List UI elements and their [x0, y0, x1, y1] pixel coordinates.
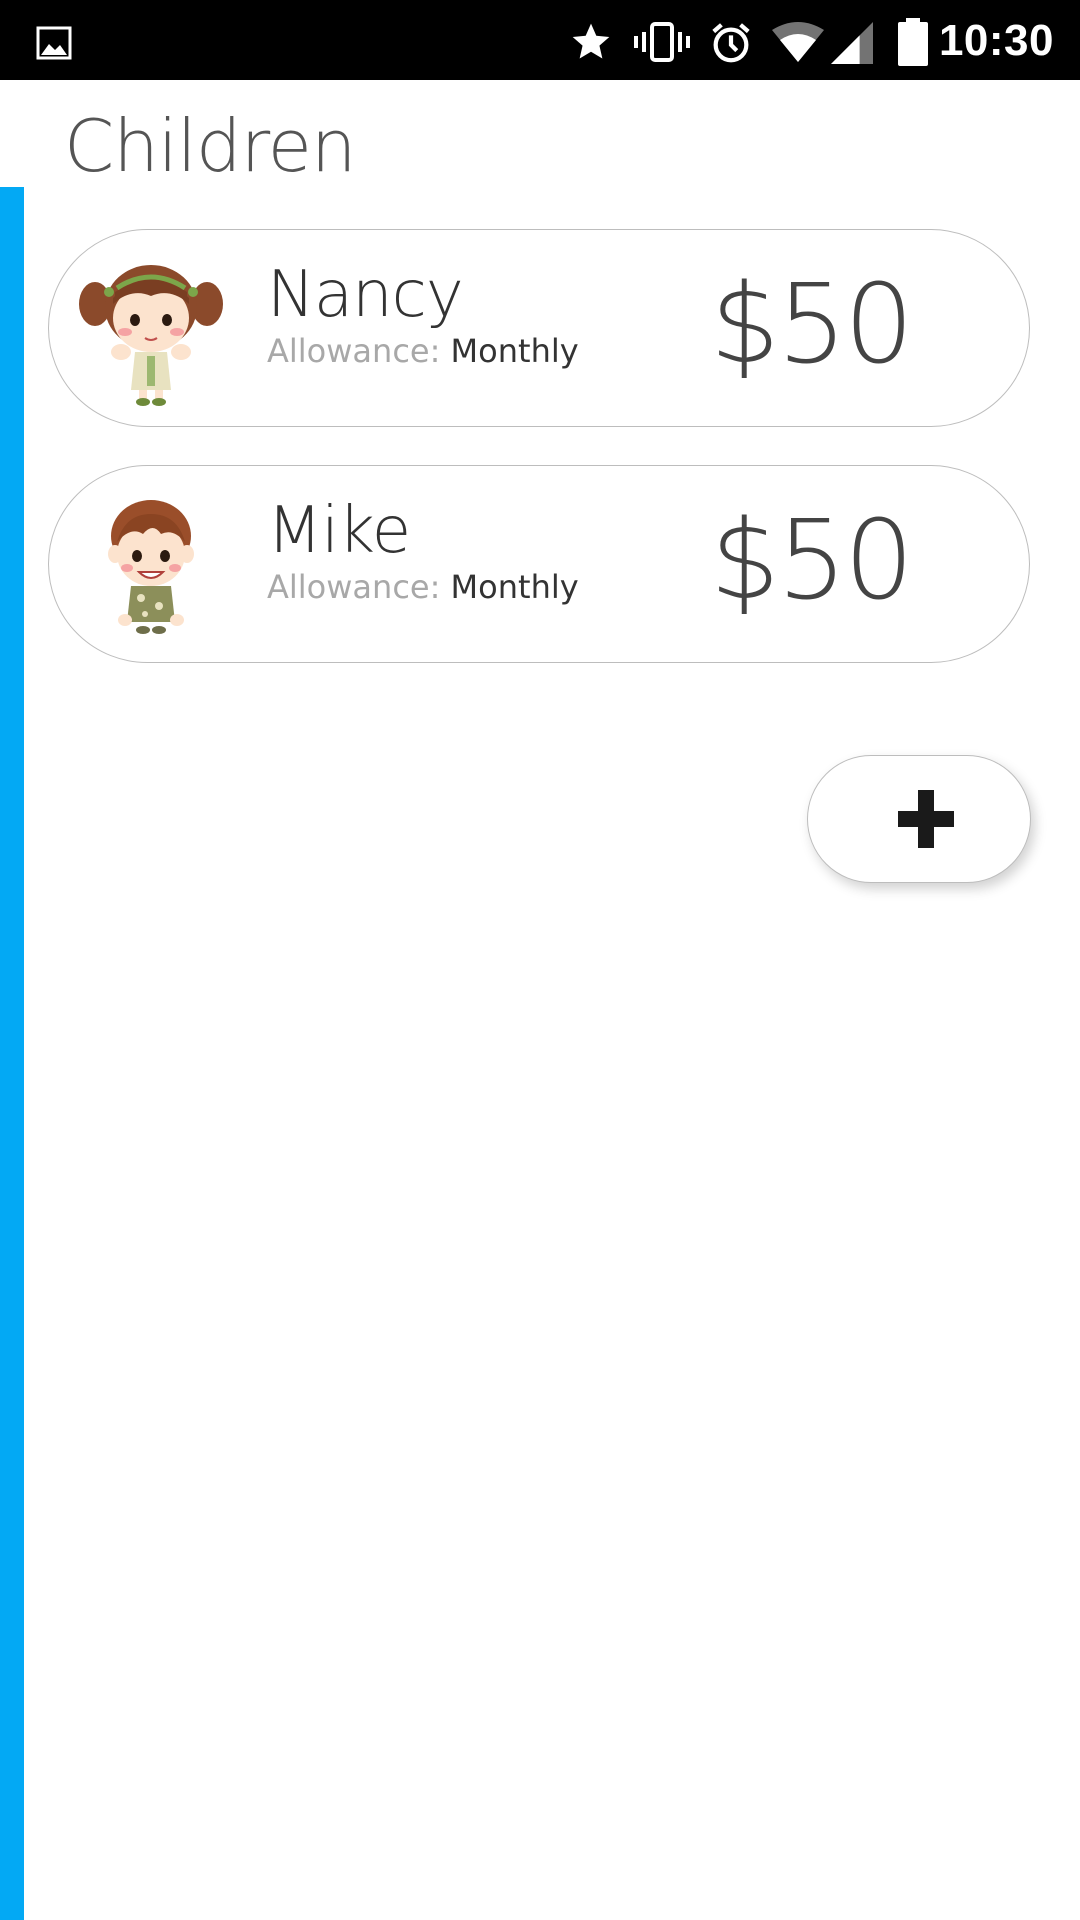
- child-name: Nancy: [267, 258, 464, 332]
- child-name: Mike: [267, 494, 411, 568]
- allowance-amount: $50: [710, 260, 914, 388]
- vibrate-icon: [634, 22, 690, 62]
- allowance-label: Allowance:: [267, 568, 441, 606]
- wifi-icon: [772, 22, 824, 62]
- image-icon: [36, 26, 72, 60]
- add-child-button[interactable]: [807, 755, 1031, 883]
- child-card[interactable]: Mike Allowance: Monthly $50: [48, 465, 1030, 663]
- accent-bar: [0, 187, 24, 1920]
- allowance-frequency: Monthly: [450, 332, 579, 370]
- girl-avatar: [79, 265, 223, 406]
- plus-icon: [898, 790, 954, 848]
- star-icon: [572, 23, 610, 59]
- status-bar: 10:30: [0, 0, 1080, 80]
- boy-avatar: [108, 500, 194, 634]
- status-time: 10:30: [938, 16, 1054, 65]
- child-card[interactable]: Nancy Allowance: Monthly $50: [48, 229, 1030, 427]
- allowance-amount: $50: [710, 496, 914, 624]
- signal-icon: [831, 22, 873, 64]
- allowance-frequency: Monthly: [450, 568, 579, 606]
- battery-icon: [898, 18, 928, 66]
- allowance-line: Allowance: Monthly: [267, 568, 579, 606]
- page-title: Children: [64, 104, 357, 188]
- alarm-icon: [712, 23, 750, 63]
- allowance-line: Allowance: Monthly: [267, 332, 579, 370]
- allowance-label: Allowance:: [267, 332, 441, 370]
